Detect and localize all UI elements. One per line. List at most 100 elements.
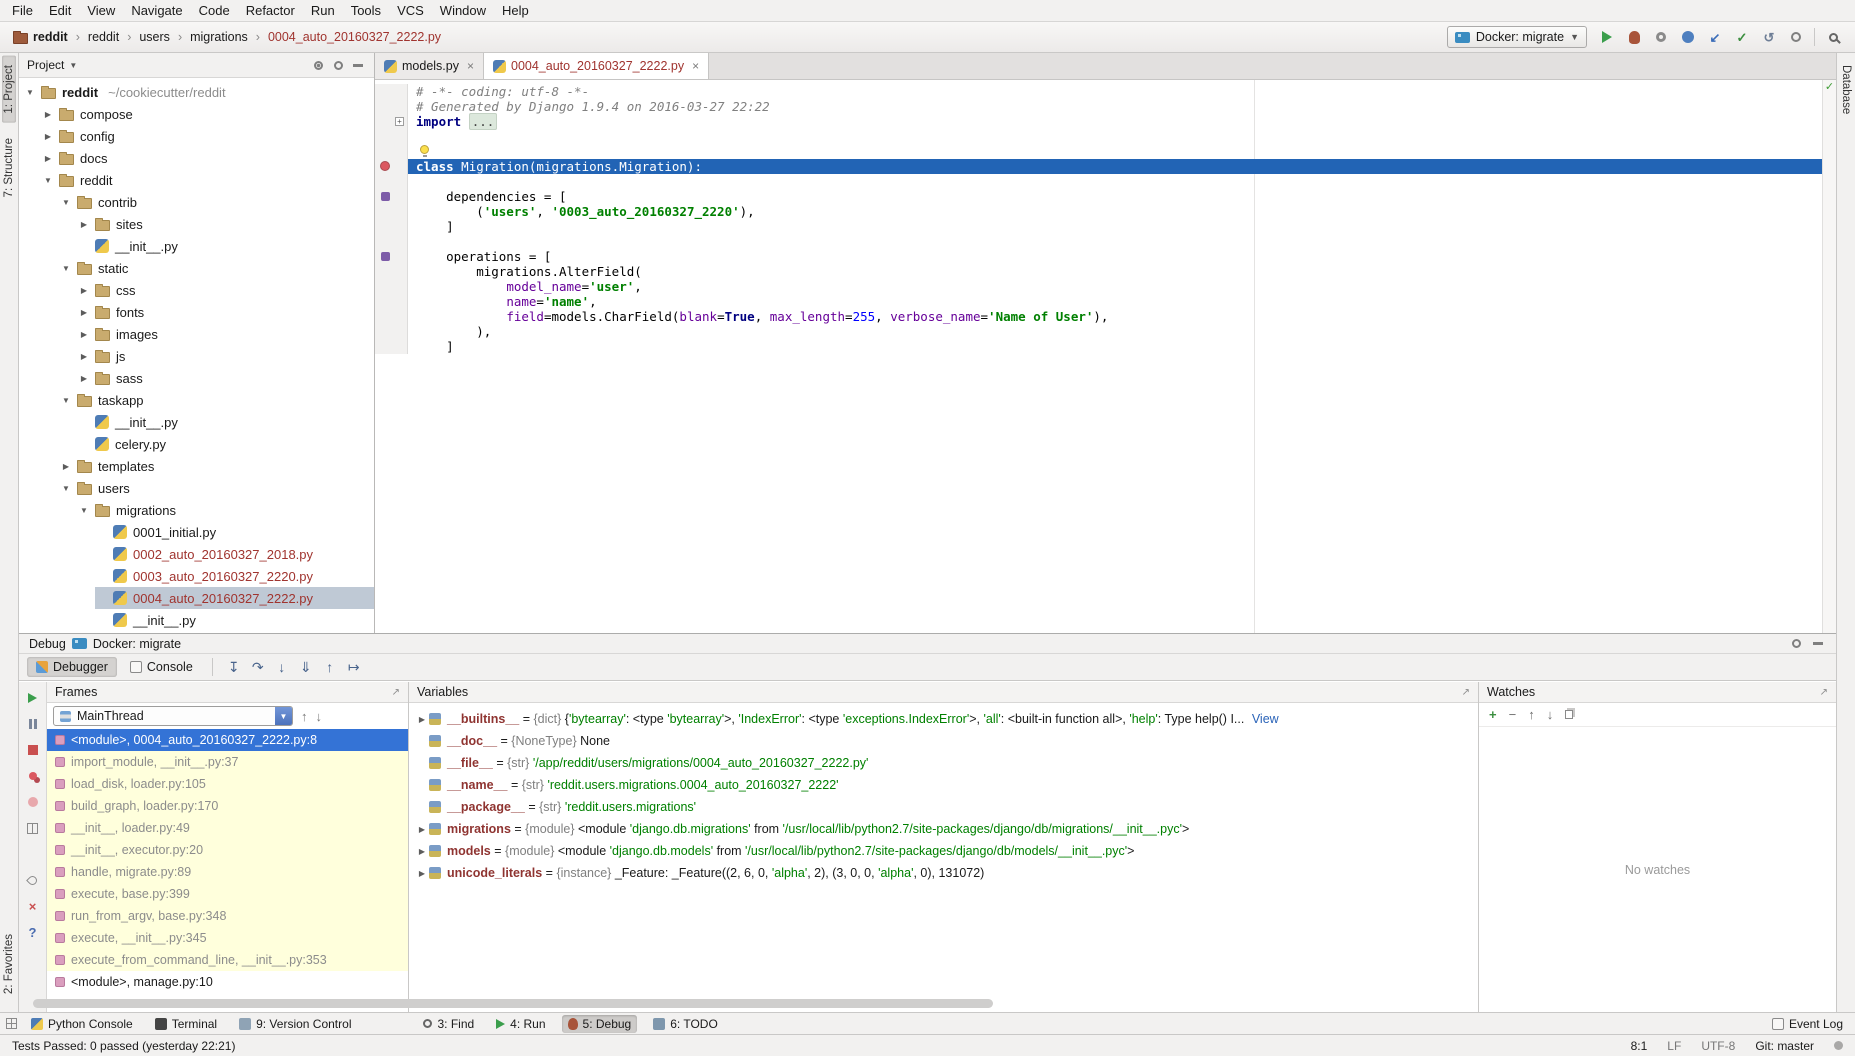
move-down-icon[interactable]: ↓ bbox=[1547, 707, 1554, 722]
run-to-cursor-icon[interactable]: ↦ bbox=[343, 659, 365, 676]
run-config-select[interactable]: Docker: migrate ▼ bbox=[1447, 26, 1587, 48]
chevron-expanded-icon[interactable]: ▼ bbox=[41, 176, 55, 185]
tool-button-event-log[interactable]: Event Log bbox=[1766, 1015, 1849, 1033]
notifications-icon[interactable] bbox=[1834, 1041, 1843, 1050]
menu-item-vcs[interactable]: VCS bbox=[389, 0, 432, 22]
frame-row[interactable]: run_from_argv, base.py:348 bbox=[47, 905, 408, 927]
stop-button[interactable] bbox=[23, 742, 43, 758]
locate-button[interactable] bbox=[310, 57, 326, 73]
tool-button-terminal[interactable]: Terminal bbox=[149, 1015, 223, 1033]
menu-item-run[interactable]: Run bbox=[303, 0, 343, 22]
project-panel-title[interactable]: Project bbox=[27, 58, 64, 72]
vcs-rollback-button[interactable]: ↺ bbox=[1757, 26, 1781, 48]
tree-item[interactable]: ▼reddit ~/cookiecutter/reddit bbox=[19, 81, 374, 103]
frame-row[interactable]: <module>, manage.py:10 bbox=[47, 971, 408, 993]
close-icon[interactable]: × bbox=[692, 59, 699, 73]
chevron-collapsed-icon[interactable]: ▶ bbox=[77, 308, 91, 317]
close-icon[interactable]: × bbox=[467, 59, 474, 73]
variable-row[interactable]: __package__ = {str} 'reddit.users.migrat… bbox=[409, 796, 1478, 818]
frame-row[interactable]: __init__, executor.py:20 bbox=[47, 839, 408, 861]
step-over-icon[interactable]: ↷ bbox=[247, 659, 269, 676]
chevron-expanded-icon[interactable]: ▼ bbox=[59, 396, 73, 405]
previous-frame-icon[interactable]: ↑ bbox=[301, 709, 308, 724]
frame-row[interactable]: handle, migrate.py:89 bbox=[47, 861, 408, 883]
help-button[interactable]: ? bbox=[23, 924, 43, 940]
tree-item[interactable]: __init__.py bbox=[19, 609, 374, 631]
tree-item[interactable]: ▶docs bbox=[19, 147, 374, 169]
tree-item[interactable]: ▶sites bbox=[19, 213, 374, 235]
chevron-expanded-icon[interactable]: ▼ bbox=[23, 88, 37, 97]
frame-row[interactable]: load_disk, loader.py:105 bbox=[47, 773, 408, 795]
variable-row[interactable]: ▶migrations = {module} <module 'django.d… bbox=[409, 818, 1478, 840]
breadcrumb-item[interactable]: migrations bbox=[187, 29, 251, 45]
tree-item[interactable]: ▼taskapp bbox=[19, 389, 374, 411]
hide-panel-button[interactable] bbox=[350, 57, 366, 73]
menu-item-tools[interactable]: Tools bbox=[343, 0, 389, 22]
menu-item-view[interactable]: View bbox=[79, 0, 123, 22]
tree-item[interactable]: __init__.py bbox=[19, 235, 374, 257]
editor-body[interactable]: # -*- coding: utf-8 -*-# Generated by Dj… bbox=[375, 80, 1822, 633]
menu-item-edit[interactable]: Edit bbox=[41, 0, 79, 22]
file-encoding-indicator[interactable]: UTF-8 bbox=[1701, 1039, 1735, 1053]
tree-item[interactable]: ▶fonts bbox=[19, 301, 374, 323]
breadcrumb-item[interactable]: reddit bbox=[10, 29, 71, 45]
frame-row[interactable]: execute, __init__.py:345 bbox=[47, 927, 408, 949]
tree-item[interactable]: ▶config bbox=[19, 125, 374, 147]
view-breakpoints-button[interactable] bbox=[23, 768, 43, 784]
breadcrumb-item[interactable]: users bbox=[136, 29, 173, 45]
step-into-icon[interactable]: ↓ bbox=[271, 659, 293, 676]
chevron-collapsed-icon[interactable]: ▶ bbox=[77, 220, 91, 229]
chevron-collapsed-icon[interactable]: ▶ bbox=[415, 869, 429, 878]
add-watch-icon[interactable]: + bbox=[1489, 707, 1497, 722]
resume-button[interactable] bbox=[23, 690, 43, 706]
chevron-collapsed-icon[interactable]: ▶ bbox=[415, 715, 429, 724]
inspection-status-icon[interactable]: ✓ bbox=[1823, 80, 1836, 94]
breadcrumb-item[interactable]: 0004_auto_20160327_2222.py bbox=[265, 29, 444, 45]
coverage-button[interactable] bbox=[1649, 26, 1673, 48]
tool-button-5-debug[interactable]: 5: Debug bbox=[562, 1015, 638, 1033]
frame-row[interactable]: build_graph, loader.py:170 bbox=[47, 795, 408, 817]
close-button[interactable]: × bbox=[23, 898, 43, 914]
tree-item[interactable]: 0004_auto_20160327_2222.py bbox=[19, 587, 374, 609]
toolwindow-switcher-icon[interactable] bbox=[6, 1018, 17, 1029]
debug-tab-console[interactable]: Console bbox=[121, 657, 202, 677]
chevron-collapsed-icon[interactable]: ▶ bbox=[415, 825, 429, 834]
tool-stripe-7-structure[interactable]: 7: Structure bbox=[2, 129, 16, 206]
frame-row[interactable]: __init__, loader.py:49 bbox=[47, 817, 408, 839]
float-panel-icon[interactable]: ↗ bbox=[1820, 687, 1828, 698]
tree-item[interactable]: ▼reddit bbox=[19, 169, 374, 191]
caret-position[interactable]: 8:1 bbox=[1631, 1039, 1648, 1053]
chevron-expanded-icon[interactable]: ▼ bbox=[59, 264, 73, 273]
tool-stripe-2-favorites[interactable]: 2: Favorites bbox=[2, 925, 16, 1003]
variable-row[interactable]: __doc__ = {NoneType} None bbox=[409, 730, 1478, 752]
breadcrumb-item[interactable]: reddit bbox=[85, 29, 122, 45]
chevron-expanded-icon[interactable]: ▼ bbox=[59, 198, 73, 207]
tree-item[interactable]: ▼migrations bbox=[19, 499, 374, 521]
editor-tab[interactable]: models.py× bbox=[375, 53, 484, 79]
tree-item[interactable]: ▶css bbox=[19, 279, 374, 301]
tool-stripe-1-project[interactable]: 1: Project bbox=[2, 56, 16, 123]
search-everywhere-button[interactable] bbox=[1821, 26, 1845, 48]
frame-row[interactable]: execute_from_command_line, __init__.py:3… bbox=[47, 949, 408, 971]
history-button[interactable] bbox=[1784, 26, 1808, 48]
view-link[interactable]: View bbox=[1252, 712, 1279, 726]
vcs-commit-button[interactable]: ✓ bbox=[1730, 26, 1754, 48]
chevron-collapsed-icon[interactable]: ▶ bbox=[41, 110, 55, 119]
fold-expand-icon[interactable]: + bbox=[395, 117, 404, 126]
force-step-into-icon[interactable]: ⇓ bbox=[295, 659, 317, 676]
frame-row[interactable]: <module>, 0004_auto_20160327_2222.py:8 bbox=[47, 729, 408, 751]
chevron-collapsed-icon[interactable]: ▶ bbox=[77, 352, 91, 361]
restore-layout-button[interactable] bbox=[23, 820, 43, 836]
vcs-branch-indicator[interactable]: Git: master bbox=[1755, 1039, 1814, 1053]
menu-item-window[interactable]: Window bbox=[432, 0, 494, 22]
tool-button-3-find[interactable]: 3: Find bbox=[417, 1015, 480, 1033]
tree-item[interactable]: ▶sass bbox=[19, 367, 374, 389]
settings-button[interactable] bbox=[23, 846, 43, 862]
tool-stripe-database[interactable]: Database bbox=[1839, 56, 1853, 123]
line-separator-indicator[interactable]: LF bbox=[1667, 1039, 1681, 1053]
debug-button[interactable] bbox=[1622, 26, 1646, 48]
tree-item[interactable]: ▶images bbox=[19, 323, 374, 345]
tree-item[interactable]: ▼static bbox=[19, 257, 374, 279]
settings-button[interactable] bbox=[330, 57, 346, 73]
frame-row[interactable]: import_module, __init__.py:37 bbox=[47, 751, 408, 773]
